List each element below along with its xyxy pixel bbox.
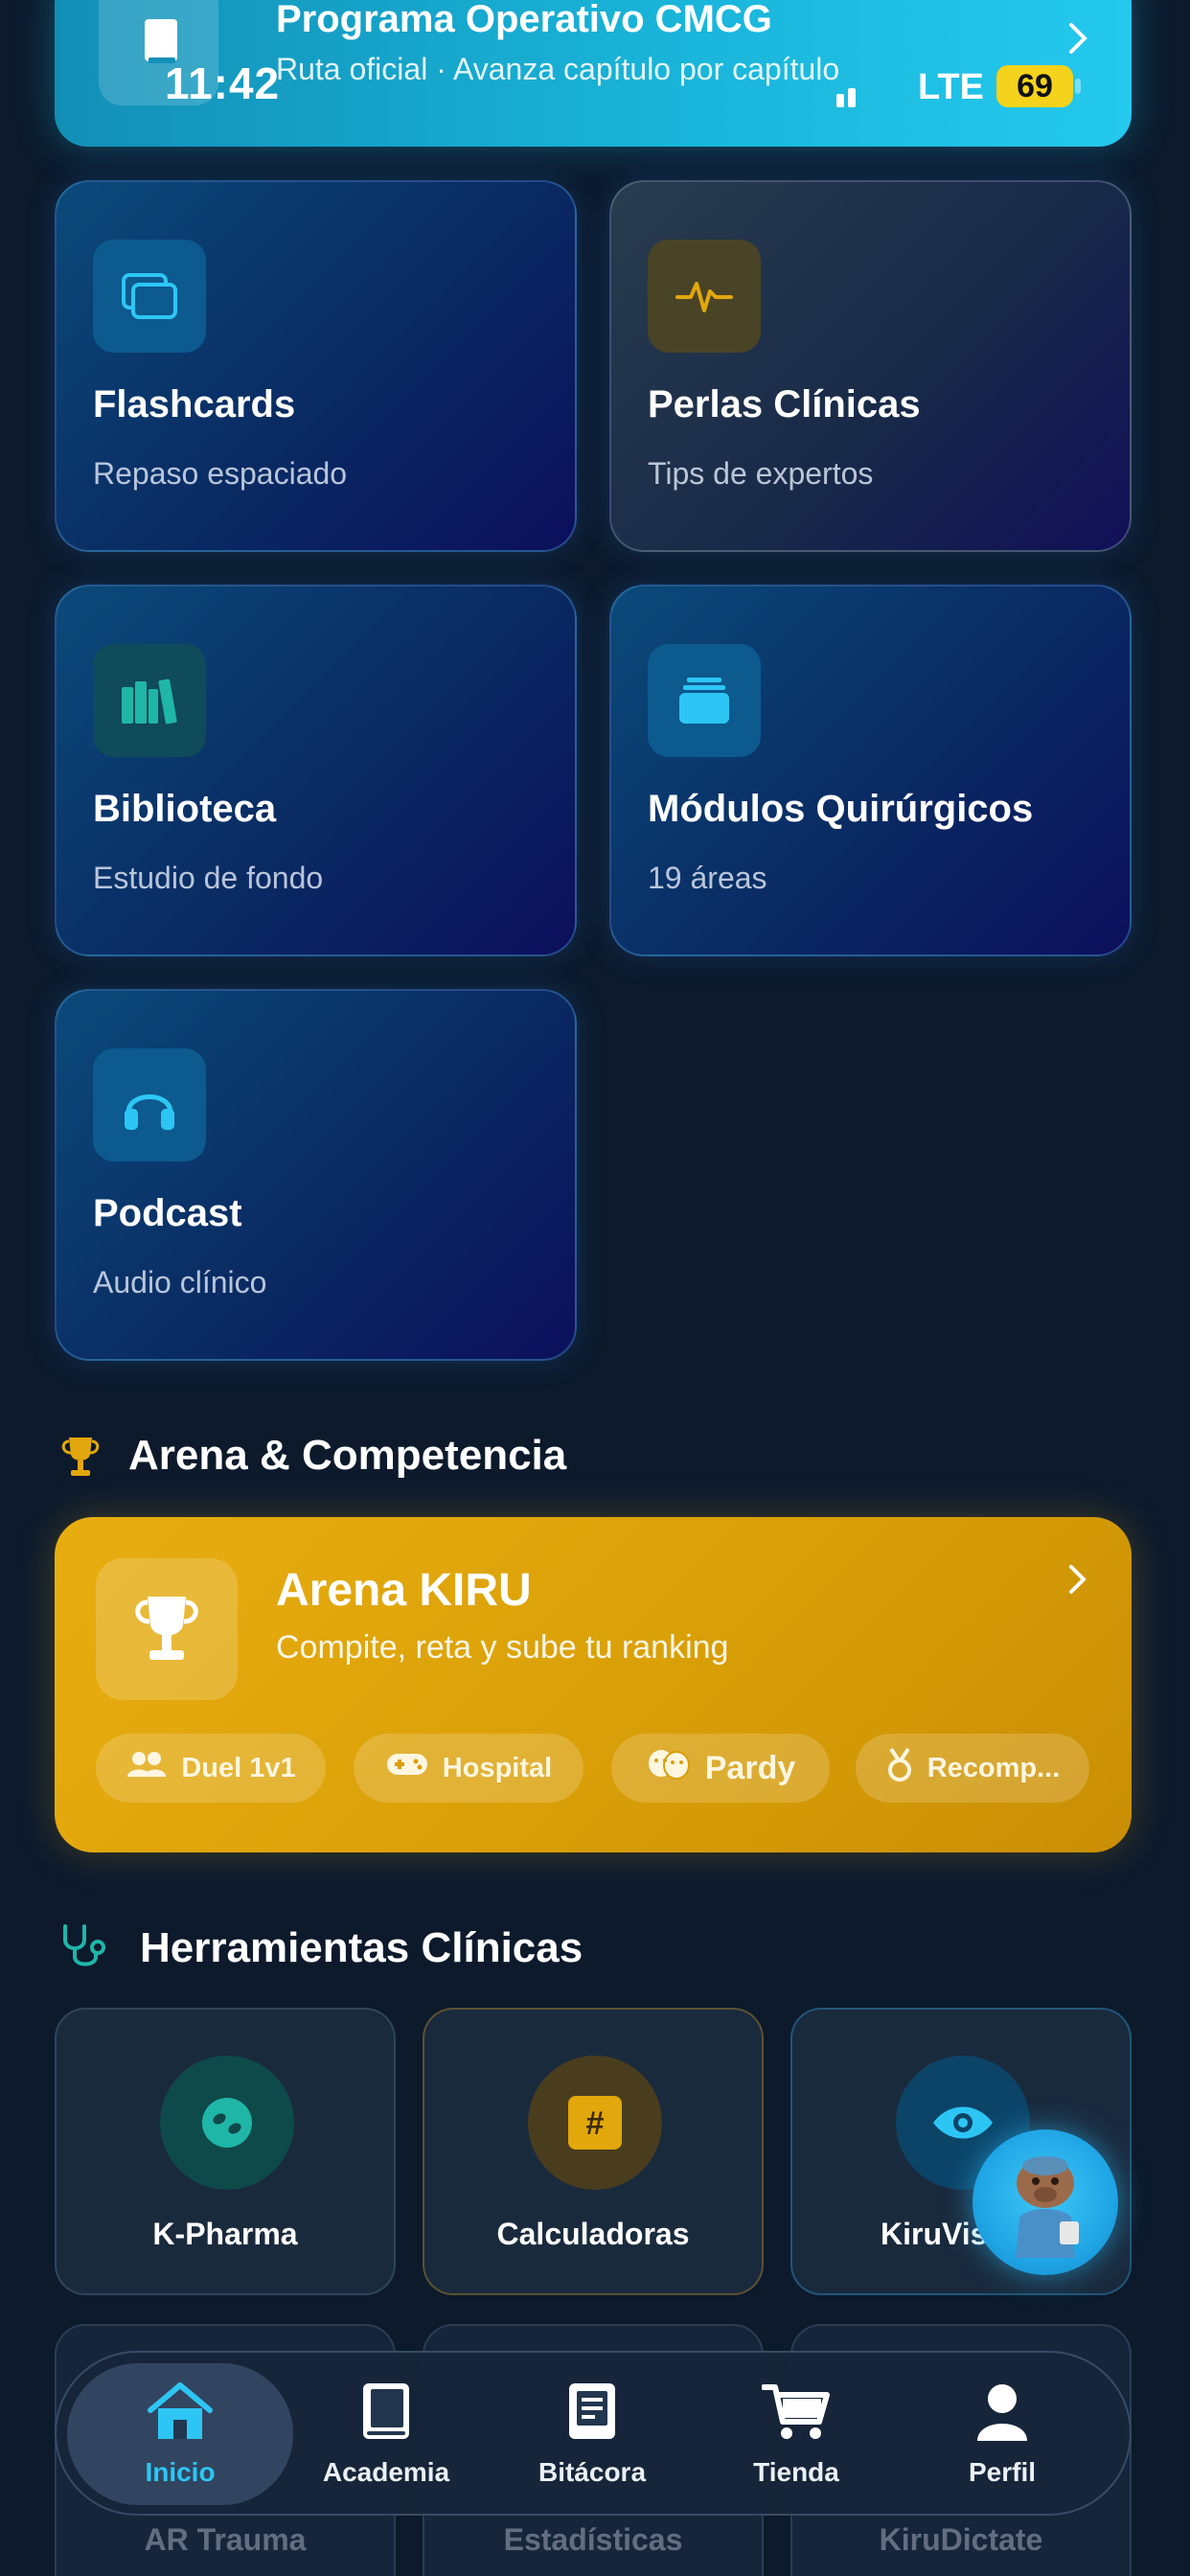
masks-icon	[646, 1748, 692, 1789]
section-title-arena: Arena & Competencia	[128, 1432, 567, 1479]
card-title: Biblioteca	[93, 788, 277, 830]
nav-label: Tienda	[753, 2456, 839, 2487]
nav-item-tienda[interactable]: Tienda	[700, 2363, 892, 2505]
nav-item-academia[interactable]: Academia	[290, 2363, 482, 2505]
battery-tip	[1075, 79, 1081, 94]
card-title: Perlas Clínicas	[648, 383, 921, 426]
battery-indicator: 69	[996, 65, 1073, 107]
user-icon	[973, 2381, 1031, 2448]
signal-icon	[835, 84, 869, 112]
svg-text:#: #	[586, 2105, 605, 2142]
chip-label: Pardy	[704, 1749, 796, 1786]
card-modulos-quirurgicos[interactable]: Módulos Quirúrgicos 19 áreas	[609, 585, 1132, 956]
book-icon	[359, 2381, 413, 2448]
banner-title: Programa Operativo CMCG	[276, 0, 772, 40]
gamepad-icon	[385, 1750, 429, 1786]
hash-icon: #	[528, 2056, 662, 2190]
pulse-icon	[648, 240, 761, 353]
pill-icon	[160, 2056, 294, 2190]
nav-label: Bitácora	[538, 2456, 647, 2487]
tool-calculadoras[interactable]: # Calculadoras	[423, 2008, 764, 2295]
card-title: Podcast	[93, 1192, 242, 1234]
nav-item-perfil[interactable]: Perfil	[906, 2363, 1098, 2505]
chip-recompensas[interactable]: Recomp...	[856, 1734, 1089, 1803]
chip-label: Hospital	[442, 1752, 553, 1783]
card-subtitle: Estudio de fondo	[93, 861, 324, 895]
chip-hospital[interactable]: Hospital	[354, 1734, 584, 1803]
status-time: 11:42	[165, 58, 281, 108]
tool-k-pharma[interactable]: K-Pharma	[55, 2008, 396, 2295]
nav-label: Perfil	[968, 2456, 1037, 2487]
nav-label: Inicio	[145, 2456, 216, 2487]
nav-item-inicio[interactable]: Inicio	[84, 2363, 276, 2505]
card-flashcards[interactable]: Flashcards Repaso espaciado	[55, 180, 577, 552]
chip-pardy[interactable]: Pardy	[611, 1734, 830, 1803]
tool-label: AR Trauma	[144, 2522, 307, 2557]
card-title: Flashcards	[93, 383, 296, 426]
arena-subtitle: Compite, reta y sube tu ranking	[276, 1629, 729, 1666]
card-subtitle: Repaso espaciado	[93, 456, 348, 491]
chevron-right-icon	[1065, 1562, 1090, 1601]
users-icon	[126, 1750, 168, 1786]
network-label: LTE	[918, 67, 984, 107]
chip-label: Duel 1v1	[181, 1752, 296, 1783]
headphones-icon	[93, 1048, 206, 1162]
tool-label: KiruDictate	[879, 2522, 1043, 2557]
capybara-avatar-icon	[1016, 2156, 1079, 2258]
tool-label: Estadísticas	[503, 2522, 683, 2557]
stack-icon	[648, 644, 761, 757]
card-podcast[interactable]: Podcast Audio clínico	[55, 989, 577, 1361]
tool-label: Calculadoras	[496, 2217, 690, 2251]
stethoscope-icon	[57, 1922, 115, 1977]
arena-title: Arena KIRU	[276, 1565, 532, 1616]
card-biblioteca[interactable]: Biblioteca Estudio de fondo	[55, 585, 577, 956]
cart-icon	[761, 2381, 831, 2448]
tool-label: K-Pharma	[152, 2217, 298, 2251]
nav-label: Academia	[322, 2456, 450, 2487]
section-title-tools: Herramientas Clínicas	[140, 1924, 584, 1971]
nav-item-bitacora[interactable]: Bitácora	[496, 2363, 688, 2505]
card-perlas-clinicas[interactable]: Perlas Clínicas Tips de expertos	[609, 180, 1132, 552]
banner-subtitle: Ruta oficial · Avanza capítulo por capít…	[276, 52, 840, 86]
medal-icon	[885, 1747, 914, 1789]
card-subtitle: 19 áreas	[648, 861, 767, 895]
chip-label: Recomp...	[927, 1752, 1061, 1783]
home-icon	[145, 2381, 216, 2448]
trophy-icon	[96, 1558, 238, 1700]
notebook-icon	[565, 2381, 619, 2448]
cards-icon	[93, 240, 206, 353]
chip-duel[interactable]: Duel 1v1	[96, 1734, 326, 1803]
card-subtitle: Tips de expertos	[648, 456, 874, 491]
card-subtitle: Audio clínico	[93, 1265, 267, 1300]
trophy-icon	[59, 1434, 102, 1484]
books-icon	[93, 644, 206, 757]
card-title: Módulos Quirúrgicos	[648, 788, 1034, 830]
assistant-avatar-button[interactable]	[973, 2129, 1118, 2275]
chevron-right-icon	[1064, 19, 1092, 62]
